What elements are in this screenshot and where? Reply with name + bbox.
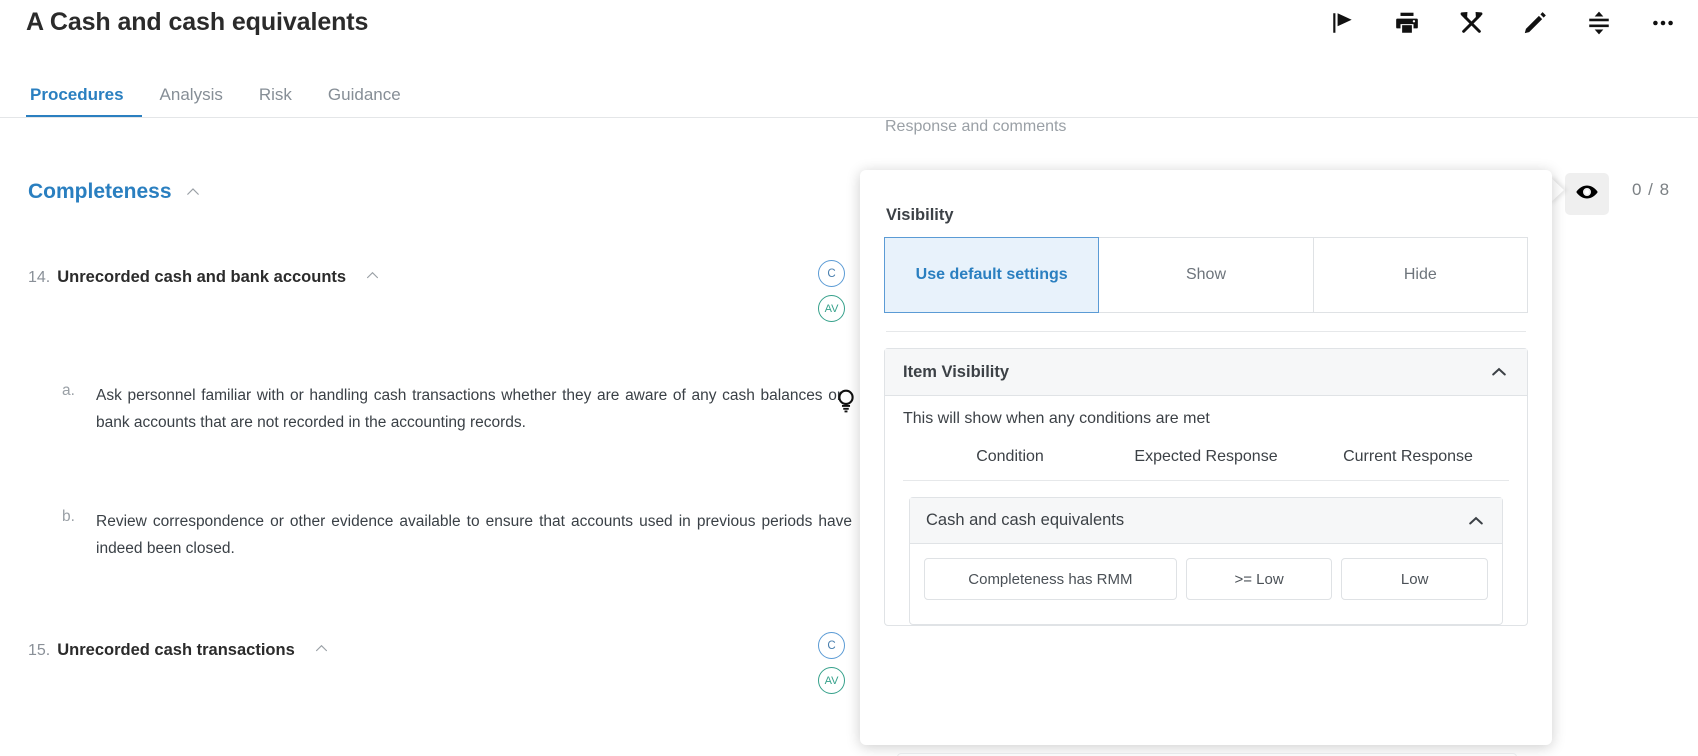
procedure-title: Unrecorded cash and bank accounts bbox=[57, 268, 347, 286]
condition-group-header[interactable]: Cash and cash equivalents bbox=[910, 498, 1502, 545]
badge-accuracy-valuation[interactable]: AV bbox=[818, 667, 845, 694]
visibility-option-use-default-settings[interactable]: Use default settings bbox=[884, 237, 1100, 313]
condition-value[interactable]: Completeness has RMM bbox=[924, 558, 1177, 601]
conditions-table-header: Condition Expected Response Current Resp… bbox=[903, 444, 1509, 482]
eye-icon bbox=[1575, 180, 1599, 209]
page-title: A Cash and cash equivalents bbox=[26, 8, 369, 36]
flag-icon[interactable] bbox=[1328, 8, 1358, 38]
condition-group-title: Cash and cash equivalents bbox=[926, 511, 1125, 530]
print-icon[interactable] bbox=[1392, 8, 1422, 38]
badge-completeness[interactable]: C bbox=[818, 260, 845, 287]
visibility-mode-segmented-control: Use default settings Show Hide bbox=[884, 237, 1528, 313]
visibility-eye-button[interactable] bbox=[1565, 173, 1609, 215]
badge-completeness[interactable]: C bbox=[818, 632, 845, 659]
page-header: A Cash and cash equivalents bbox=[0, 0, 1698, 72]
chevron-up-icon[interactable] bbox=[1489, 362, 1509, 382]
tab-analysis[interactable]: Analysis bbox=[142, 85, 241, 118]
badge-accuracy-valuation[interactable]: AV bbox=[818, 295, 845, 322]
tab-bar: Procedures Analysis Risk Guidance bbox=[0, 72, 1698, 118]
item-visibility-body: This will show when any conditions are m… bbox=[885, 396, 1527, 626]
step-text: Ask personnel familiar with or handling … bbox=[96, 387, 842, 432]
more-icon[interactable] bbox=[1648, 8, 1678, 38]
condition-group-card: Cash and cash equivalents Completeness h… bbox=[909, 497, 1503, 626]
visibility-option-show[interactable]: Show bbox=[1099, 237, 1314, 313]
assertion-badges-14: C AV bbox=[818, 260, 845, 322]
header-action-bar bbox=[1328, 8, 1678, 38]
section-title: Completeness bbox=[28, 180, 172, 203]
step-letter: a. bbox=[62, 382, 75, 399]
popover-divider bbox=[886, 331, 1526, 332]
visibility-popover: Visibility Use default settings Show Hid… bbox=[860, 170, 1552, 745]
chevron-up-icon[interactable] bbox=[184, 183, 202, 201]
current-response-value[interactable]: Low bbox=[1341, 558, 1488, 601]
tab-risk[interactable]: Risk bbox=[241, 85, 310, 118]
procedure-step-14a: a. Ask personnel familiar with or handli… bbox=[62, 382, 842, 436]
col-header-current-response: Current Response bbox=[1343, 448, 1473, 465]
procedure-row-14[interactable]: 14. Unrecorded cash and bank accounts bbox=[28, 265, 381, 287]
procedure-number: 14. bbox=[28, 269, 51, 286]
response-column-header: Response and comments bbox=[885, 118, 1067, 135]
tab-divider bbox=[0, 117, 1698, 118]
conditions-note: This will show when any conditions are m… bbox=[903, 410, 1210, 427]
item-visibility-header[interactable]: Item Visibility bbox=[885, 349, 1527, 396]
visibility-label: Visibility bbox=[886, 206, 954, 224]
procedure-title: Unrecorded cash transactions bbox=[57, 641, 295, 659]
procedure-number: 15. bbox=[28, 642, 51, 659]
lightbulb-icon[interactable] bbox=[835, 388, 857, 414]
col-header-expected-response: Expected Response bbox=[1134, 448, 1278, 465]
visibility-option-hide[interactable]: Hide bbox=[1313, 237, 1528, 313]
step-text: Review correspondence or other evidence … bbox=[96, 513, 852, 558]
pencil-icon[interactable] bbox=[1520, 8, 1550, 38]
col-header-condition: Condition bbox=[976, 448, 1044, 465]
assertion-badges-15: C AV bbox=[818, 632, 845, 694]
chevron-up-icon[interactable] bbox=[313, 640, 330, 657]
collapse-icon[interactable] bbox=[1584, 8, 1614, 38]
tab-guidance[interactable]: Guidance bbox=[310, 85, 419, 118]
step-letter: b. bbox=[62, 508, 75, 525]
procedure-step-14b: b. Review correspondence or other eviden… bbox=[62, 508, 852, 562]
item-visibility-card: Item Visibility This will show when any … bbox=[884, 348, 1528, 627]
chevron-up-icon[interactable] bbox=[364, 267, 381, 284]
application-root: A Cash and cash equivalents Procedures A… bbox=[0, 0, 1698, 756]
condition-row: Completeness has RMM >= Low Low bbox=[910, 544, 1502, 624]
procedure-row-15[interactable]: 15. Unrecorded cash transactions bbox=[28, 638, 330, 660]
visibility-counter: 0 / 8 bbox=[1632, 180, 1671, 199]
item-visibility-title: Item Visibility bbox=[903, 362, 1010, 381]
chevron-up-icon[interactable] bbox=[1466, 511, 1486, 531]
tab-procedures[interactable]: Procedures bbox=[26, 85, 142, 118]
tools-icon[interactable] bbox=[1456, 8, 1486, 38]
expected-response-value[interactable]: >= Low bbox=[1185, 558, 1333, 601]
section-header-completeness[interactable]: Completeness bbox=[28, 180, 202, 204]
